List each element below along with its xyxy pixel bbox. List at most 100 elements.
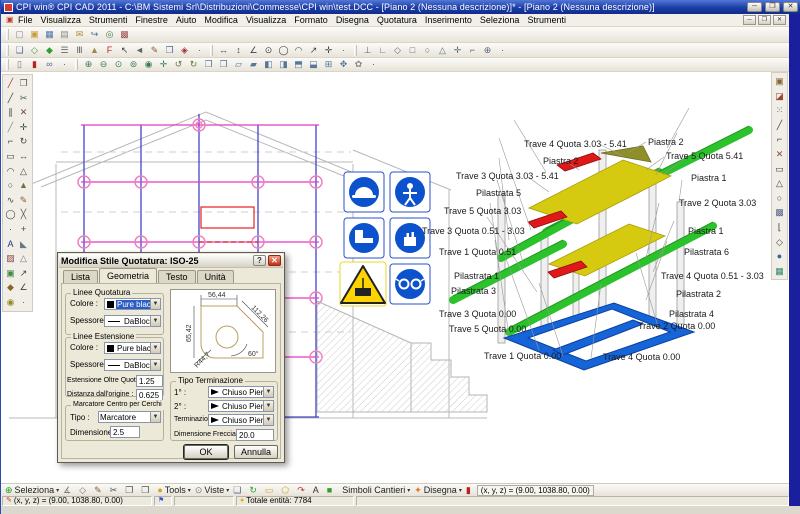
snap-center-icon[interactable]: ○ [420,44,435,57]
refresh-icon[interactable]: ↻ [247,484,263,497]
delete3d-icon[interactable]: ✕ [773,147,786,162]
move-icon[interactable]: ✛ [17,120,30,135]
modify-icon[interactable]: ✎ [17,193,30,208]
menu-file[interactable]: File [14,15,37,25]
snap-nearest-icon[interactable]: △ [435,44,450,57]
menu-disegna[interactable]: Disegna [332,15,373,25]
spline-icon[interactable]: ∿ [4,193,17,208]
close-button[interactable]: ✕ [783,2,798,12]
view-redo-icon[interactable]: ↻ [186,58,201,71]
chevron-down-icon[interactable]: ▼ [263,401,273,411]
menu-aiuto[interactable]: Aiuto [172,15,201,25]
tools-dropdown[interactable]: ● Tools ▾ [155,484,192,497]
measure-tool-icon[interactable]: ∡ [61,484,77,497]
terminazione-combo[interactable]: Chiuso Pieno ▼ [208,414,274,426]
render-image-icon[interactable]: ▣ [773,74,786,89]
ellipse-icon[interactable]: ◯ [4,207,17,222]
snap-node-icon[interactable]: □ [405,44,420,57]
snap-tangent-icon[interactable]: ⊕ [480,44,495,57]
select-cursor-icon[interactable]: ↖ [117,44,132,57]
view-bottom-icon[interactable]: ⬓ [306,58,321,71]
dialog-help-button[interactable]: ? [253,255,266,266]
dimensione-freccia-input[interactable]: 20.0 [236,429,274,441]
image-icon[interactable]: ▩ [117,28,132,41]
pyramid-icon[interactable]: ▲ [87,44,102,57]
region-icon[interactable]: ◉ [4,295,17,310]
font-icon[interactable]: F [102,44,117,57]
snap-tool-icon[interactable]: ◇ [77,484,92,497]
grid-points-icon[interactable]: ⁙ [773,103,786,118]
arc-icon[interactable]: ◠ [4,164,17,179]
erase-icon[interactable]: ✕ [17,105,30,120]
copy-entities-icon[interactable]: ❏ [12,44,27,57]
zoom-window-icon[interactable]: ⊙ [111,58,126,71]
viewport-4-icon[interactable]: ▰ [246,58,261,71]
menu-visualizza-2[interactable]: Visualizza [242,15,290,25]
zoom-out-icon[interactable]: ⊖ [96,58,111,71]
arc-tool-icon[interactable]: ↷ [295,484,311,497]
restore-button[interactable]: ❐ [765,2,780,12]
line-icon[interactable]: ╱ [4,76,17,91]
zoom-extents-icon[interactable]: ⊚ [126,58,141,71]
copy-icon[interactable]: ❐ [123,484,139,497]
spessore-quotatura-combo[interactable]: DaBlocco ▼ [104,315,161,327]
block-insert-icon[interactable]: ◆ [4,280,17,295]
polygon-tool-icon[interactable]: ⬠ [279,484,295,497]
text-icon[interactable]: A [4,237,17,252]
diamond-icon[interactable]: ◇ [773,235,786,250]
menu-strumenti[interactable]: Strumenti [85,15,132,25]
menu-strumenti-2[interactable]: Strumenti [523,15,570,25]
viewport-3-icon[interactable]: ▱ [231,58,246,71]
record-icon[interactable]: ▮ [464,484,477,497]
center-mark-icon[interactable]: ✛ [321,44,336,57]
zoom-in-icon[interactable]: ⊕ [81,58,96,71]
solid-fill-icon[interactable]: ▲ [17,178,30,193]
dialog-title-bar[interactable]: Modifica Stile Quotatura: ISO-25 ? ✕ [59,254,283,268]
view-axes-icon[interactable]: ✥ [336,58,351,71]
drawing-canvas[interactable]: Trave 4 Quota 3.03 - 5.41Piastra 2Piastr… [1,72,790,483]
viewport-1-icon[interactable]: ❐ [201,58,216,71]
chamfer-icon[interactable]: ◣ [17,237,30,252]
double-line-icon[interactable]: ∥ [4,105,17,120]
stretch-icon[interactable]: △ [17,164,30,179]
circle-icon[interactable]: ○ [4,178,17,193]
snap-more-icon[interactable]: · [495,44,510,57]
polyline-icon[interactable]: ╱ [4,91,17,106]
viewport-2-icon[interactable]: ❒ [216,58,231,71]
pyramid3d-icon[interactable]: △ [773,176,786,191]
paste-icon[interactable]: ❒ [139,484,155,497]
zoom-previous-icon[interactable]: ◉ [141,58,156,71]
annulla-button[interactable]: Annulla [234,445,278,459]
layers-panel-icon[interactable]: ❏ [231,484,247,497]
dim-more-icon[interactable]: · [336,44,351,57]
sphere-icon[interactable]: ● [773,249,786,264]
mdi-restore-button[interactable]: ❐ [758,15,771,25]
solid-icon[interactable]: ◆ [42,44,57,57]
new-icon[interactable]: ▢ [12,28,27,41]
rectangle-icon[interactable]: ▭ [4,149,17,164]
estensione-oltre-input[interactable]: 1.25 [136,375,163,387]
construction-line-icon[interactable]: ╱ [4,120,17,135]
dim-radius-icon[interactable]: ⊙ [261,44,276,57]
snap-intersection-icon[interactable]: ✛ [450,44,465,57]
hatch-icon[interactable]: ▨ [4,251,17,266]
mdi-close-button[interactable]: ✕ [773,15,786,25]
chevron-down-icon[interactable]: ▼ [150,316,160,326]
chevron-down-icon[interactable]: ▼ [263,387,273,397]
mesh-icon[interactable]: ▩ [773,205,786,220]
axis-icon[interactable]: ⌊ [773,220,786,235]
chevron-down-icon[interactable]: ▼ [150,412,160,422]
cylinder3d-icon[interactable]: ○ [773,191,786,206]
pan-icon[interactable]: ✛ [156,58,171,71]
dimensione-marcatore-input[interactable]: 2.5 [110,426,140,438]
tab-lista[interactable]: Lista [63,270,98,283]
colore-estensione-combo[interactable]: Pure black ▼ [104,342,161,354]
row3-more-icon[interactable]: · [57,58,72,71]
chevron-down-icon[interactable]: ▼ [150,343,160,353]
dim-angular-icon[interactable]: ∠ [246,44,261,57]
menu-finestre[interactable]: Finestre [131,15,172,25]
export-icon[interactable]: ↪ [87,28,102,41]
spessore-estensione-combo[interactable]: DaBlocco ▼ [104,359,161,371]
snap-endpoint-icon[interactable]: ∟ [375,44,390,57]
paste-icon[interactable]: ❐ [17,76,30,91]
